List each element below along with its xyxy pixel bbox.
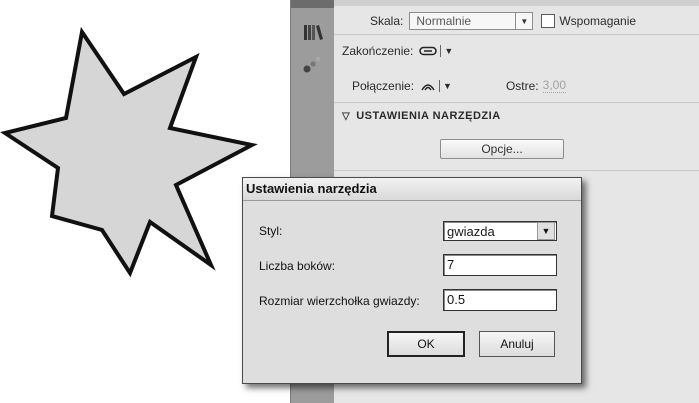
divider <box>334 34 699 35</box>
miter-label: Ostre: <box>505 78 539 93</box>
cap-row: Zakończenie: ▼ <box>342 44 453 58</box>
dialog-title[interactable]: Ustawienia narzędzia <box>243 178 581 201</box>
cap-label: Zakończenie: <box>342 44 414 58</box>
star-shape <box>0 20 270 290</box>
dock-header <box>291 0 335 8</box>
panel-top-bar <box>334 0 699 6</box>
style-value: gwiazda <box>447 223 495 239</box>
ok-button[interactable]: OK <box>387 331 465 357</box>
tool-settings-dialog: Ustawienia narzędzia Styl: gwiazda ▼ Lic… <box>242 177 582 384</box>
divider <box>334 102 699 103</box>
sides-input[interactable]: 7 <box>443 254 557 276</box>
tool-settings-section-header[interactable]: ▽ USTAWIENIA NARZĘDZIA <box>342 110 501 122</box>
scale-row: Skala: Normalnie ▼ Wspomaganie <box>370 12 636 30</box>
cancel-button[interactable]: Anuluj <box>479 331 555 357</box>
separator <box>439 79 441 92</box>
join-row: Połączenie: ▼ Ostre: 3,00 <box>352 78 566 93</box>
hinting-label: Wspomaganie <box>559 14 637 28</box>
join-label: Połączenie: <box>352 78 415 93</box>
chevron-down-icon: ▼ <box>515 13 532 29</box>
separator <box>440 45 442 57</box>
join-round-icon[interactable] <box>420 80 436 92</box>
star-polygon <box>0 26 258 278</box>
scale-select[interactable]: Normalnie ▼ <box>409 12 534 30</box>
miter-value[interactable]: 3,00 <box>542 78 566 93</box>
star-graphic <box>0 26 258 278</box>
scale-value: Normalnie <box>416 14 472 28</box>
library-icon[interactable] <box>297 16 329 48</box>
star-point-size-input[interactable]: 0.5 <box>443 289 557 311</box>
cap-round-icon[interactable] <box>419 46 438 56</box>
style-select[interactable]: gwiazda ▼ <box>443 221 557 241</box>
section-title: USTAWIENIA NARZĘDZIA <box>356 110 501 122</box>
chevron-down-icon[interactable]: ▼ <box>443 81 452 91</box>
divider <box>334 170 699 171</box>
sides-label: Liczba boków: <box>259 259 336 273</box>
collapse-triangle-icon: ▽ <box>342 110 351 122</box>
chevron-down-icon: ▼ <box>537 222 555 240</box>
chevron-down-icon[interactable]: ▼ <box>444 46 453 56</box>
hinting-checkbox[interactable] <box>541 14 556 28</box>
style-label: Styl: <box>259 224 283 238</box>
motion-presets-icon[interactable] <box>297 48 329 80</box>
star-point-size-label: Rozmiar wierzchołka gwiazdy: <box>259 294 420 308</box>
options-button[interactable]: Opcje... <box>440 139 564 159</box>
scale-label: Skala: <box>370 14 404 28</box>
